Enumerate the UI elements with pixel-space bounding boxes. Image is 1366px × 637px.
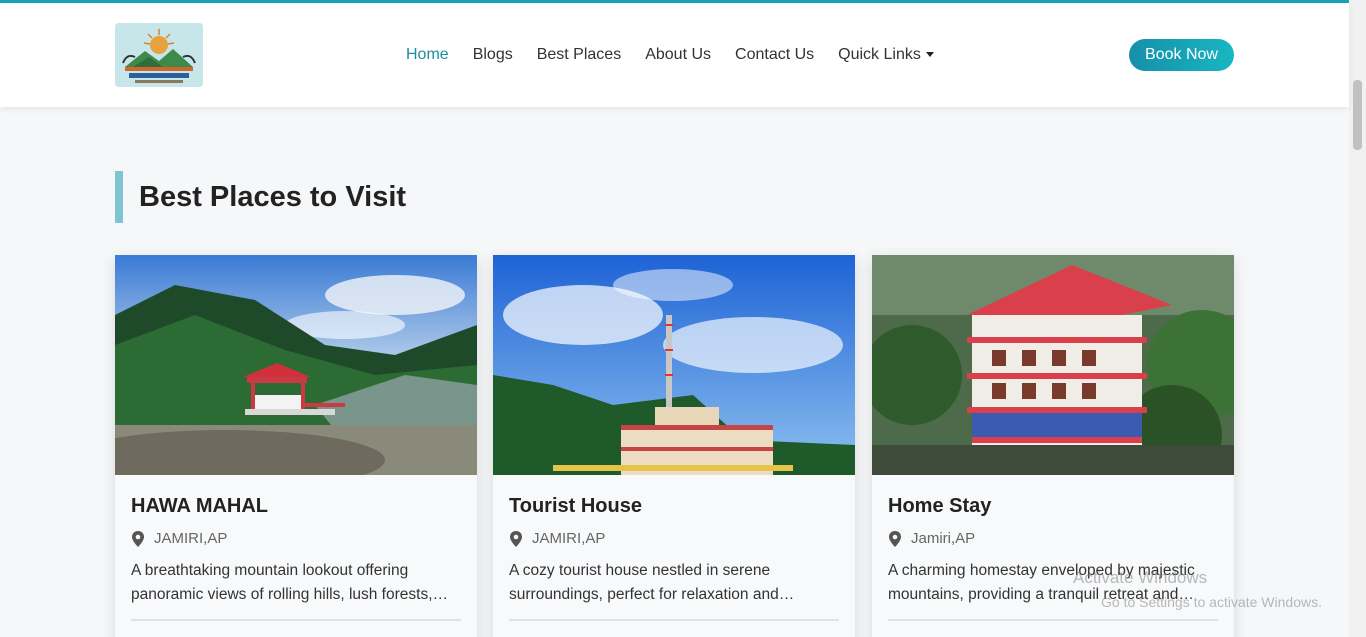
nav-about-link[interactable]: About Us	[645, 46, 711, 64]
card-description: A breathtaking mountain lookout offering…	[131, 562, 433, 603]
nav-quick-links-dropdown[interactable]: Quick Links	[838, 46, 934, 64]
site-logo[interactable]	[115, 23, 203, 87]
nav-contact-link[interactable]: Contact Us	[735, 46, 814, 64]
card-location-text: JAMIRI,AP	[154, 530, 228, 547]
nav-best-places-link[interactable]: Best Places	[537, 46, 621, 64]
windows-activation-watermark: Activate Windows Go to Settings to activ…	[1073, 566, 1322, 614]
card-body: HAWA MAHAL JAMIRI,AP A breathtaking moun…	[115, 475, 477, 621]
section-title: Best Places to Visit	[115, 171, 406, 223]
card-body: Tourist House JAMIRI,AP A cozy tourist h…	[493, 475, 855, 621]
quick-links-label: Quick Links	[838, 46, 921, 63]
card-divider	[888, 619, 1218, 621]
card-location-text: JAMIRI,AP	[532, 530, 606, 547]
place-card-tourist-house[interactable]: Tourist House JAMIRI,AP A cozy tourist h…	[493, 255, 855, 637]
card-location-text: Jamiri,AP	[911, 530, 976, 547]
card-divider	[131, 619, 461, 621]
card-title: Tourist House	[509, 495, 642, 517]
location-pin-icon	[510, 530, 522, 547]
hawa-mahal-image	[115, 255, 477, 475]
card-description: A cozy tourist house nestled in serene s…	[509, 562, 779, 603]
card-location: JAMIRI,AP	[131, 530, 461, 547]
place-card-hawa-mahal[interactable]: HAWA MAHAL JAMIRI,AP A breathtaking moun…	[115, 255, 477, 637]
nav-blogs-link[interactable]: Blogs	[473, 46, 513, 64]
nav-links: Home Blogs Best Places About Us Contact …	[406, 3, 958, 107]
logo-emblem-icon	[115, 23, 203, 87]
card-divider	[509, 619, 839, 621]
nav-home-link[interactable]: Home	[406, 46, 449, 64]
location-pin-icon	[889, 530, 901, 547]
card-location: JAMIRI,AP	[509, 530, 839, 547]
caret-down-icon	[925, 52, 934, 58]
home-stay-image	[872, 255, 1234, 475]
card-location: Jamiri,AP	[888, 530, 1218, 547]
navbar: Home Blogs Best Places About Us Contact …	[0, 3, 1349, 107]
location-pin-icon	[132, 530, 144, 547]
scrollbar-thumb[interactable]	[1353, 80, 1362, 150]
tourist-house-image	[493, 255, 855, 475]
card-title: Home Stay	[888, 495, 992, 517]
page-scrollbar[interactable]	[1349, 0, 1366, 637]
card-title: HAWA MAHAL	[131, 495, 269, 517]
book-now-button[interactable]: Book Now	[1129, 39, 1234, 71]
watermark-title: Activate Windows	[1073, 568, 1208, 587]
watermark-subtitle: Go to Settings to activate Windows.	[1101, 594, 1322, 610]
